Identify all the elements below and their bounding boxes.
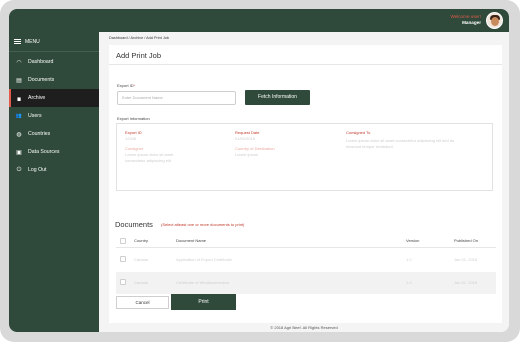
consigned-to-heading: Consigned To	[346, 130, 371, 135]
row-document-name: Certificate of Wholesomeness	[176, 280, 230, 285]
document-icon: ▤	[16, 77, 22, 84]
info-col-request: Request Date 01/01/2018 Country of Desti…	[235, 130, 335, 158]
sidebar-item-countries[interactable]: ◍ Countries	[9, 125, 99, 143]
device-frame: Welcome user! Manager MENU ◠ Dashboard ▤…	[0, 0, 520, 342]
column-document-name: Document Name	[176, 238, 207, 243]
documents-heading: Documents	[115, 220, 153, 229]
sidebar-item-data-sources[interactable]: ▣ Data Sources	[9, 143, 99, 161]
database-icon: ▣	[16, 149, 22, 156]
export-id-input[interactable]: Enter Document Name	[117, 91, 236, 105]
required-marker: *	[133, 83, 136, 88]
sidebar-item-log-out[interactable]: ⏻ Log Out	[9, 161, 99, 179]
sidebar-item-label: Data Sources	[28, 149, 60, 155]
export-info-panel: Export ID 12345 Consignor Lorem ipsum do…	[116, 123, 493, 191]
row-checkbox[interactable]	[120, 279, 126, 285]
sidebar-item-label: Users	[28, 113, 42, 119]
table-row[interactable]: Canada Application of Export Certificate…	[116, 249, 496, 271]
hamburger-icon	[14, 39, 21, 44]
row-version: 1.0	[406, 257, 412, 262]
user-role: Manager	[462, 20, 481, 25]
info-col-consigned: Consigned To Lorem ipsum dolor sit amet …	[346, 130, 466, 150]
table-row[interactable]: Canada Certificate of Wholesomeness 1.0 …	[116, 272, 496, 294]
consigned-to-value: Lorem ipsum dolor sit amet consectetur a…	[346, 138, 455, 149]
column-country: Country	[134, 238, 149, 243]
print-job-card: Add Print Job Export ID* Enter Document …	[109, 45, 502, 323]
row-checkbox[interactable]	[120, 256, 126, 262]
menu-toggle[interactable]: MENU	[9, 32, 99, 52]
gauge-icon: ◠	[16, 59, 22, 66]
archive-icon: ▆	[17, 95, 21, 101]
row-published-on: Jan 01, 2018	[454, 257, 478, 262]
sidebar: MENU ◠ Dashboard ▤ Documents ▆ Archive 👥…	[9, 32, 99, 332]
country-value: Lorem ipsum	[235, 152, 259, 157]
sidebar-item-label: Archive	[28, 95, 46, 101]
user-greeting: Welcome user! Manager	[450, 14, 481, 26]
export-info-label: Export Information	[117, 116, 150, 121]
select-all-checkbox[interactable]	[120, 238, 126, 244]
sidebar-item-documents[interactable]: ▤ Documents	[9, 71, 99, 89]
documents-table-header: Country Document Name Version Published …	[116, 235, 496, 248]
column-version: Version	[406, 238, 420, 243]
cancel-button[interactable]: Cancel	[116, 296, 169, 309]
row-document-name: Application of Export Certificate	[176, 257, 232, 262]
divider	[109, 64, 502, 65]
row-country: Canada	[134, 257, 149, 262]
users-icon: 👥	[15, 113, 23, 119]
breadcrumb[interactable]: Dashboard / Archive / Add Print Job	[109, 36, 169, 40]
consignor-value: Lorem ipsum dolor sit amet consectetur a…	[125, 152, 174, 163]
export-id-value: 12345	[125, 136, 137, 141]
power-icon: ⏻	[16, 166, 22, 173]
avatar[interactable]	[486, 12, 503, 29]
sidebar-item-dashboard[interactable]: ◠ Dashboard	[9, 53, 99, 71]
fetch-information-button[interactable]: Fetch Information	[245, 90, 310, 105]
sidebar-item-label: Log Out	[28, 167, 47, 173]
globe-icon: ◍	[16, 131, 22, 138]
print-button[interactable]: Print	[171, 294, 236, 310]
page-title: Add Print Job	[116, 51, 162, 60]
request-date-value: 01/01/2018	[235, 136, 256, 141]
footer-copyright: © 2018 Agri Beef. All Rights Reserved	[270, 325, 338, 330]
top-bar: Welcome user! Manager	[9, 9, 509, 32]
main-content: Dashboard / Archive / Add Print Job Add …	[99, 32, 509, 332]
info-col-export: Export ID 12345 Consignor Lorem ipsum do…	[125, 130, 225, 164]
documents-note: (Select atleast one or more documents to…	[161, 222, 245, 227]
row-published-on: Jan 01, 2018	[454, 280, 478, 285]
sidebar-item-archive[interactable]: ▆ Archive	[9, 89, 99, 107]
row-country: Canada	[134, 280, 149, 285]
sidebar-item-label: Dashboard	[28, 59, 54, 65]
export-id-label: Export ID*	[117, 83, 136, 88]
sidebar-item-label: Documents	[28, 77, 55, 83]
app-screen: Welcome user! Manager MENU ◠ Dashboard ▤…	[9, 9, 509, 332]
row-version: 1.0	[406, 280, 412, 285]
menu-label: MENU	[25, 38, 40, 45]
sidebar-item-label: Countries	[28, 131, 51, 137]
sidebar-item-users[interactable]: 👥 Users	[9, 107, 99, 125]
column-published-on: Published On	[454, 238, 479, 243]
